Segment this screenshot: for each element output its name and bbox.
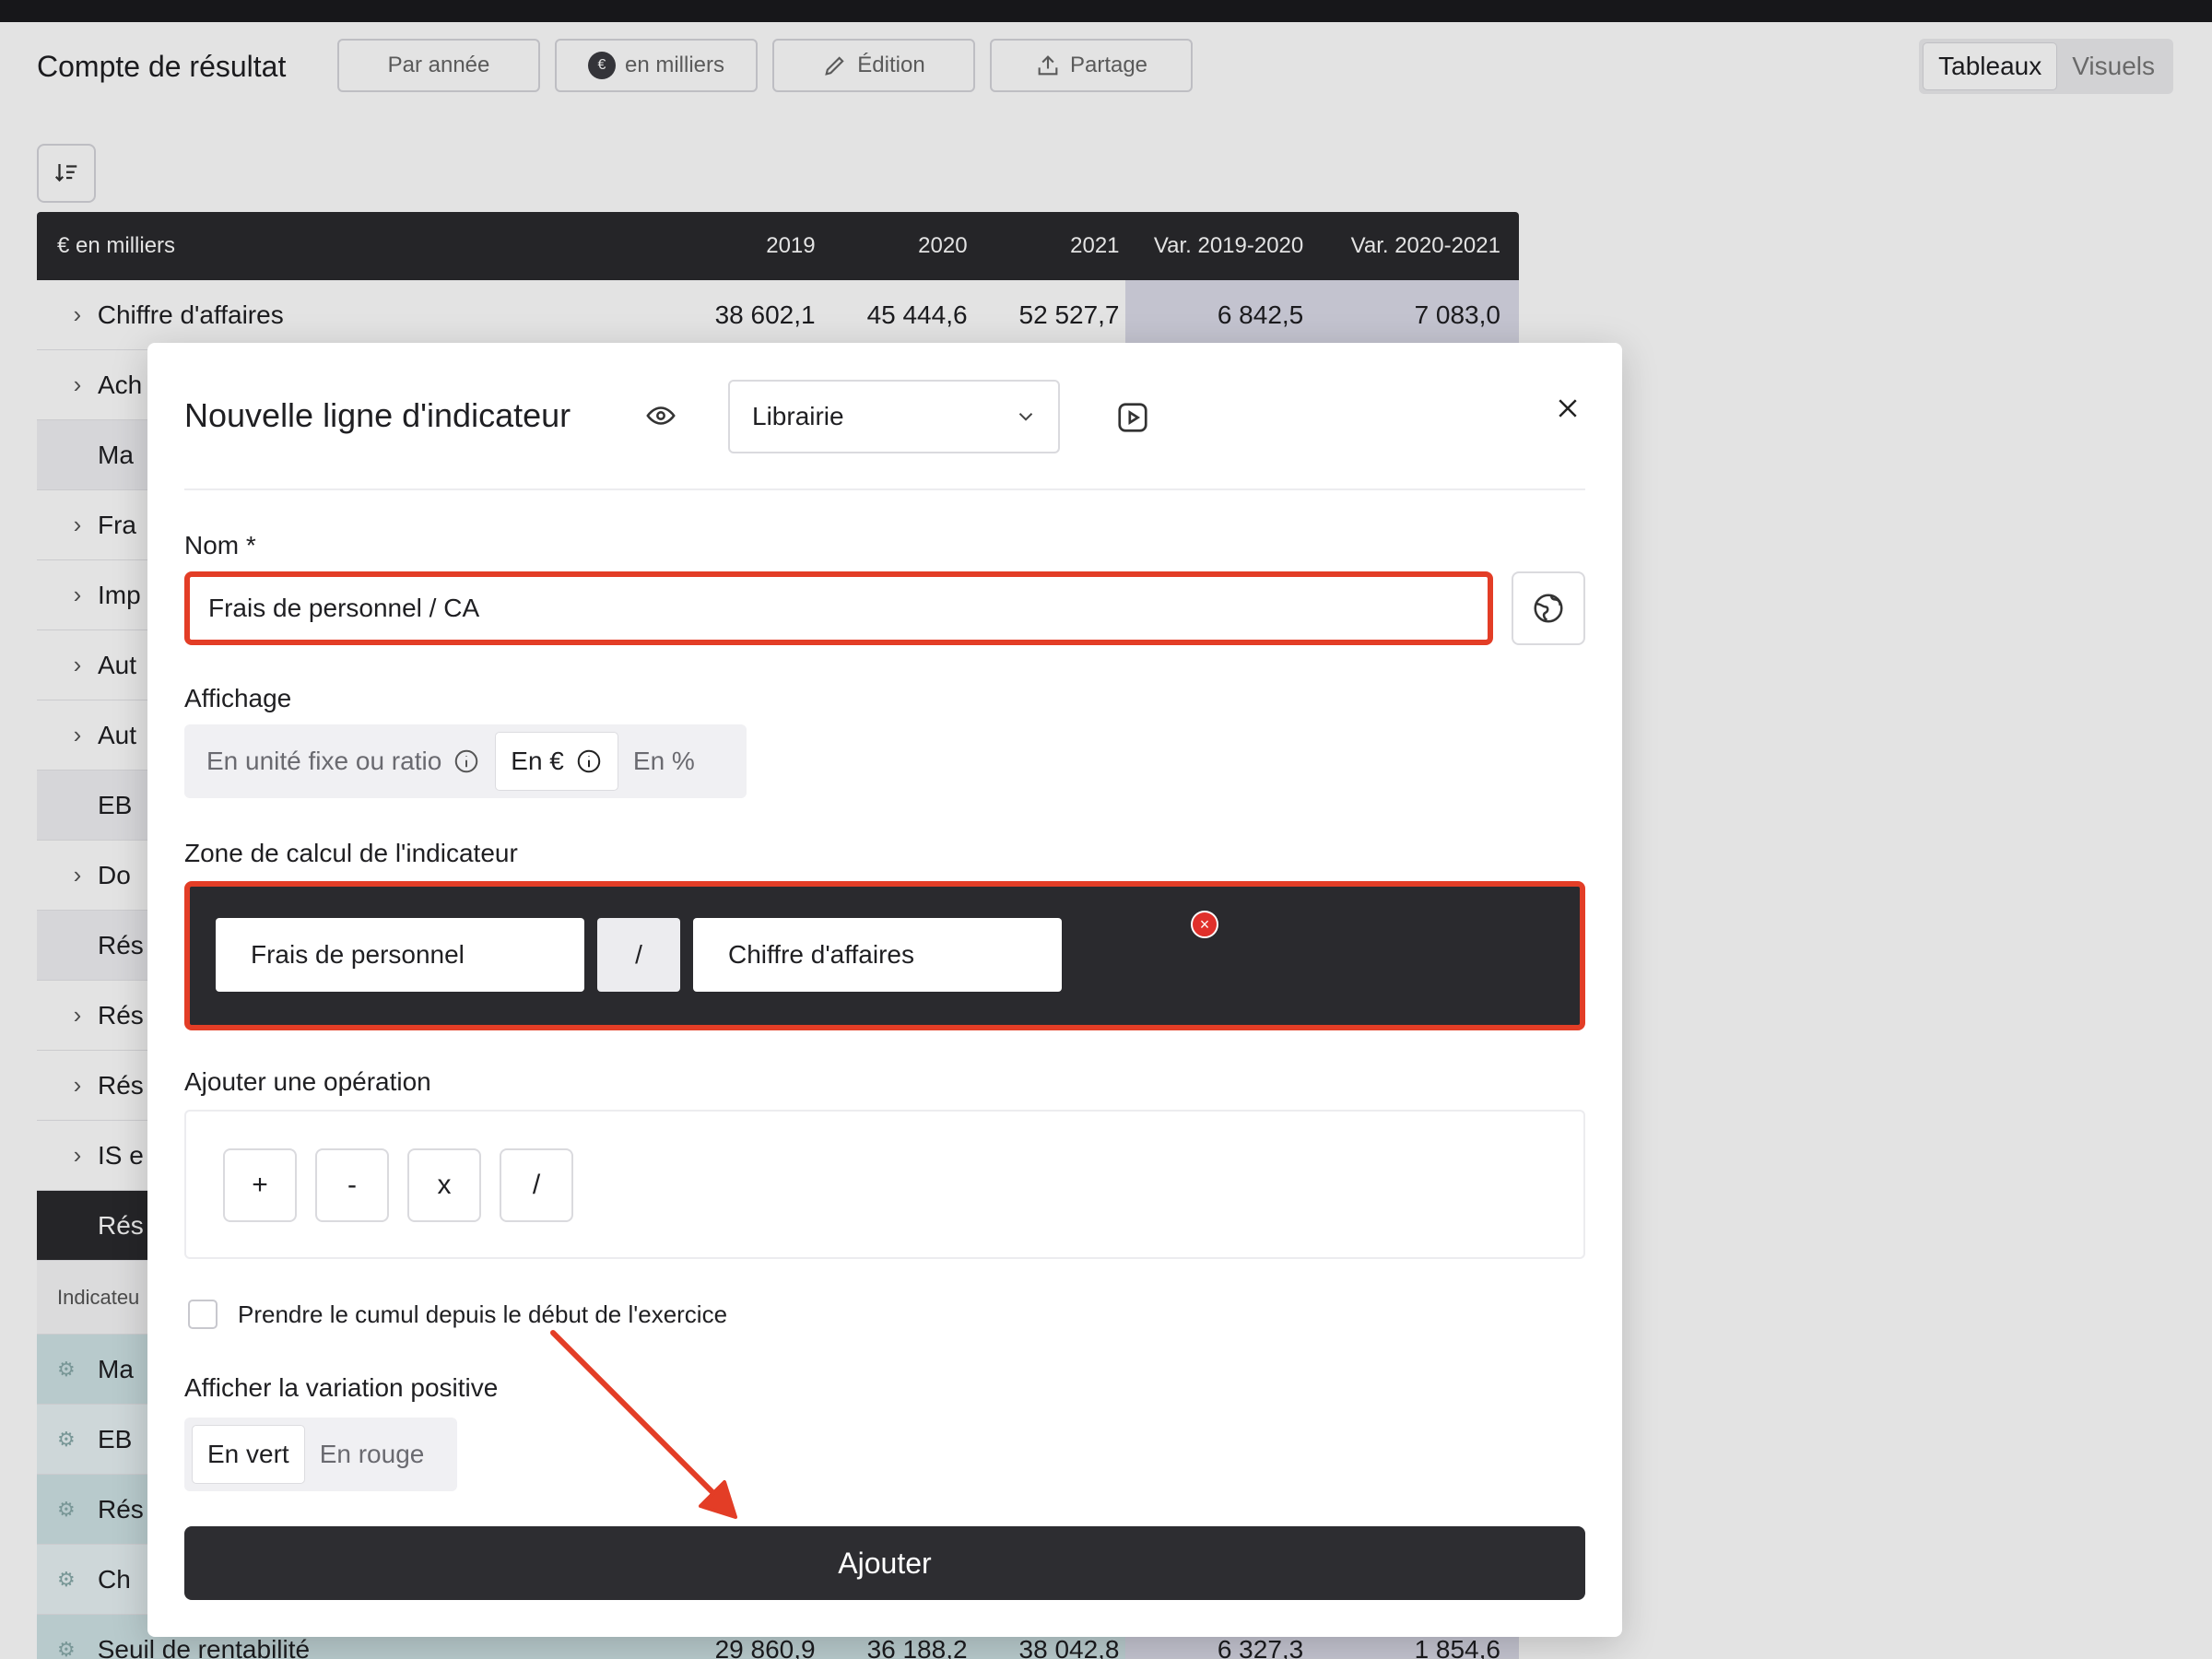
name-label: Nom *: [184, 531, 256, 559]
option-label: En €: [511, 747, 564, 775]
calc-operator[interactable]: /: [597, 918, 680, 992]
option-label: En unité fixe ou ratio: [206, 747, 442, 775]
divider: [184, 488, 1585, 490]
display-mode-toggle: En unité fixe ou ratio En € En %: [184, 724, 747, 798]
divide-label: /: [532, 1170, 541, 1200]
new-indicator-modal: Nouvelle ligne d'indicateur Librairie No…: [147, 343, 1622, 1637]
display-option-percent[interactable]: En %: [618, 732, 710, 791]
calc-zone[interactable]: Frais de personnel / Chiffre d'affaires: [184, 881, 1585, 1030]
display-option-fixed[interactable]: En unité fixe ou ratio: [192, 732, 495, 791]
option-label: En vert: [207, 1440, 289, 1468]
divide-button[interactable]: /: [500, 1148, 573, 1222]
name-input[interactable]: Frais de personnel / CA: [184, 571, 1493, 645]
variation-option-green[interactable]: En vert: [192, 1425, 305, 1484]
info-icon[interactable]: [575, 747, 603, 775]
calc-token-label: Chiffre d'affaires: [728, 940, 914, 969]
multiply-label: x: [437, 1170, 452, 1200]
option-label: En %: [632, 747, 695, 775]
remove-token-icon[interactable]: ×: [1191, 911, 1218, 938]
multiply-button[interactable]: x: [407, 1148, 481, 1222]
variation-option-red[interactable]: En rouge: [305, 1425, 440, 1484]
calc-zone-label: Zone de calcul de l'indicateur: [184, 839, 518, 867]
display-option-euro[interactable]: En €: [495, 732, 618, 791]
translate-button[interactable]: [1512, 571, 1585, 645]
chevron-down-icon: [1018, 413, 1033, 421]
calc-operator-label: /: [635, 940, 642, 969]
close-icon[interactable]: [1545, 385, 1591, 431]
operations-panel: + - x /: [184, 1110, 1585, 1259]
plus-button[interactable]: +: [223, 1148, 297, 1222]
display-label: Affichage: [184, 684, 292, 712]
calc-token[interactable]: Frais de personnel: [216, 918, 584, 992]
info-icon[interactable]: [453, 747, 480, 775]
calc-token[interactable]: Chiffre d'affaires: [693, 918, 1062, 992]
add-button[interactable]: Ajouter: [184, 1526, 1585, 1600]
variation-toggle: En vert En rouge: [184, 1418, 457, 1491]
library-select[interactable]: Librairie: [728, 380, 1060, 453]
window-top-bar: [0, 0, 2212, 22]
add-button-label: Ajouter: [838, 1546, 932, 1580]
option-label: En rouge: [319, 1440, 425, 1468]
cumul-label: Prendre le cumul depuis le début de l'ex…: [238, 1300, 728, 1328]
calc-token-label: Frais de personnel: [251, 940, 465, 969]
cumul-checkbox[interactable]: [188, 1300, 218, 1329]
variation-label: Afficher la variation positive: [184, 1373, 499, 1402]
eye-icon[interactable]: [645, 400, 677, 436]
library-select-value: Librairie: [752, 402, 844, 430]
cumul-option: Prendre le cumul depuis le début de l'ex…: [188, 1300, 727, 1329]
minus-button[interactable]: -: [315, 1148, 389, 1222]
modal-title: Nouvelle ligne d'indicateur: [184, 396, 571, 434]
name-input-value: Frais de personnel / CA: [208, 594, 480, 622]
plus-label: +: [252, 1170, 268, 1200]
globe-icon: [1534, 594, 1563, 623]
add-operation-label: Ajouter une opération: [184, 1067, 431, 1096]
minus-label: -: [347, 1170, 357, 1200]
video-play-icon[interactable]: [1115, 400, 1150, 440]
